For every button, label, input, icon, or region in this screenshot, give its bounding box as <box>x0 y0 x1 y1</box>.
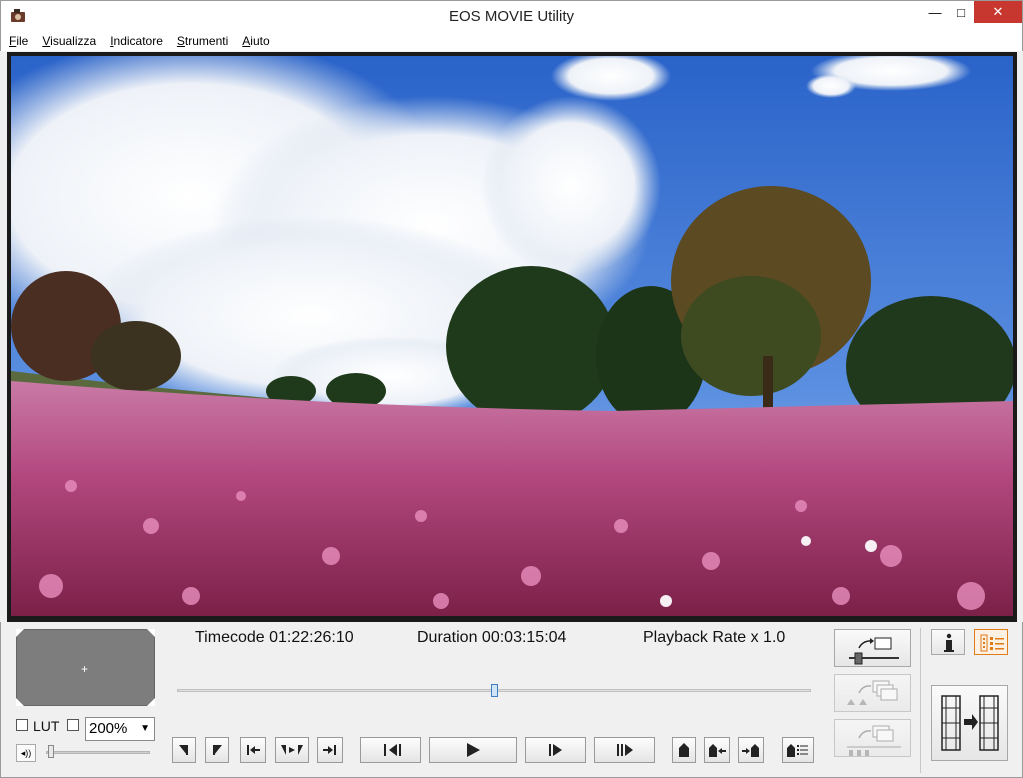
duration-text: Duration 00:03:15:04 <box>417 629 567 646</box>
marker-list-button[interactable] <box>782 737 814 763</box>
option-checkbox[interactable] <box>67 719 79 731</box>
corner-marker <box>16 698 24 706</box>
window-title: EOS MOVIE Utility <box>448 8 575 25</box>
minimize-button[interactable]: — <box>922 1 948 23</box>
next-marker-icon <box>742 744 759 757</box>
speaker-icon[interactable]: ◂)) <box>16 744 36 762</box>
volume-slider[interactable] <box>46 751 150 754</box>
mark-out-icon <box>213 745 222 755</box>
marker-grab-icon <box>847 725 901 756</box>
video-frame <box>7 52 1017 622</box>
crosshair-icon: + <box>81 662 89 676</box>
list-view-button[interactable] <box>974 629 1008 655</box>
previous-frame-icon <box>383 744 401 756</box>
fast-forward-icon <box>616 744 633 756</box>
lut-checkbox[interactable] <box>16 719 28 731</box>
playback-rate-text: Playback Rate x 1.0 <box>643 629 786 646</box>
add-marker-button[interactable] <box>672 737 696 763</box>
go-to-out-button[interactable] <box>317 737 343 763</box>
corner-marker <box>16 629 24 637</box>
frame-grab-icon <box>849 637 899 665</box>
menu-label: iuto <box>250 34 270 48</box>
go-to-in-icon <box>247 745 260 755</box>
marker-icon <box>679 743 689 757</box>
timecode-text: Timecode 01:22:26:10 <box>195 629 354 646</box>
menu-label: ndicatore <box>113 34 163 48</box>
corner-marker <box>147 629 155 637</box>
next-frame-icon <box>548 744 562 756</box>
previous-frame-button[interactable] <box>360 737 421 763</box>
volume-slider-thumb[interactable] <box>48 745 55 758</box>
zoom-value: 200% <box>89 720 128 737</box>
menu-accel: V <box>42 34 51 48</box>
next-marker-button[interactable] <box>738 737 764 763</box>
zoom-select[interactable]: 200% ▼ <box>85 717 155 741</box>
info-button[interactable] <box>931 629 965 655</box>
play-icon <box>467 743 480 757</box>
play-in-out-button[interactable] <box>275 737 309 763</box>
info-icon <box>944 633 954 652</box>
mark-out-button[interactable] <box>205 737 229 763</box>
marker-list-icon <box>787 744 808 757</box>
go-to-in-button[interactable] <box>240 737 266 763</box>
menu-accel: S <box>176 34 185 48</box>
menu-visualizza[interactable]: Visualizza <box>42 34 96 48</box>
close-button[interactable]: ✕ <box>974 1 1022 23</box>
video-preview[interactable] <box>11 56 1013 616</box>
panel-divider <box>920 628 921 773</box>
lut-label: LUT <box>33 718 60 734</box>
navigator-thumbnail[interactable]: + <box>16 629 155 706</box>
menu-strumenti[interactable]: Strumenti <box>177 34 228 48</box>
previous-marker-button[interactable] <box>704 737 730 763</box>
menu-label: ile <box>16 34 29 48</box>
clip-extract-button[interactable] <box>931 685 1008 761</box>
play-range-icon <box>281 745 303 755</box>
film-transfer-icon <box>941 695 999 751</box>
menu-indicatore[interactable]: Indicatore <box>110 34 163 48</box>
menu-bar: File Visualizza Indicatore Strumenti Aiu… <box>0 31 1023 51</box>
corner-marker <box>147 698 155 706</box>
next-frame-button[interactable] <box>525 737 586 763</box>
mark-in-icon <box>179 745 188 755</box>
menu-aiuto[interactable]: Aiuto <box>242 34 269 48</box>
mark-in-button[interactable] <box>172 737 196 763</box>
chevron-down-icon: ▼ <box>140 723 150 734</box>
batch-grab-icon <box>847 680 898 705</box>
frame-grab-button[interactable] <box>834 629 911 667</box>
previous-marker-icon <box>709 744 726 757</box>
title-bar: EOS MOVIE Utility — □ ✕ <box>0 0 1023 31</box>
play-button[interactable] <box>429 737 517 763</box>
maximize-button[interactable]: □ <box>948 1 974 23</box>
fast-forward-button[interactable] <box>594 737 655 763</box>
go-to-out-icon <box>323 745 336 755</box>
seek-thumb[interactable] <box>490 684 498 697</box>
marker-grab-button[interactable] <box>834 719 911 757</box>
menu-label: trumenti <box>184 34 229 48</box>
batch-grab-button[interactable] <box>834 674 911 712</box>
list-icon <box>980 634 1004 652</box>
menu-file[interactable]: File <box>9 34 28 48</box>
menu-label: isualizza <box>50 34 97 48</box>
